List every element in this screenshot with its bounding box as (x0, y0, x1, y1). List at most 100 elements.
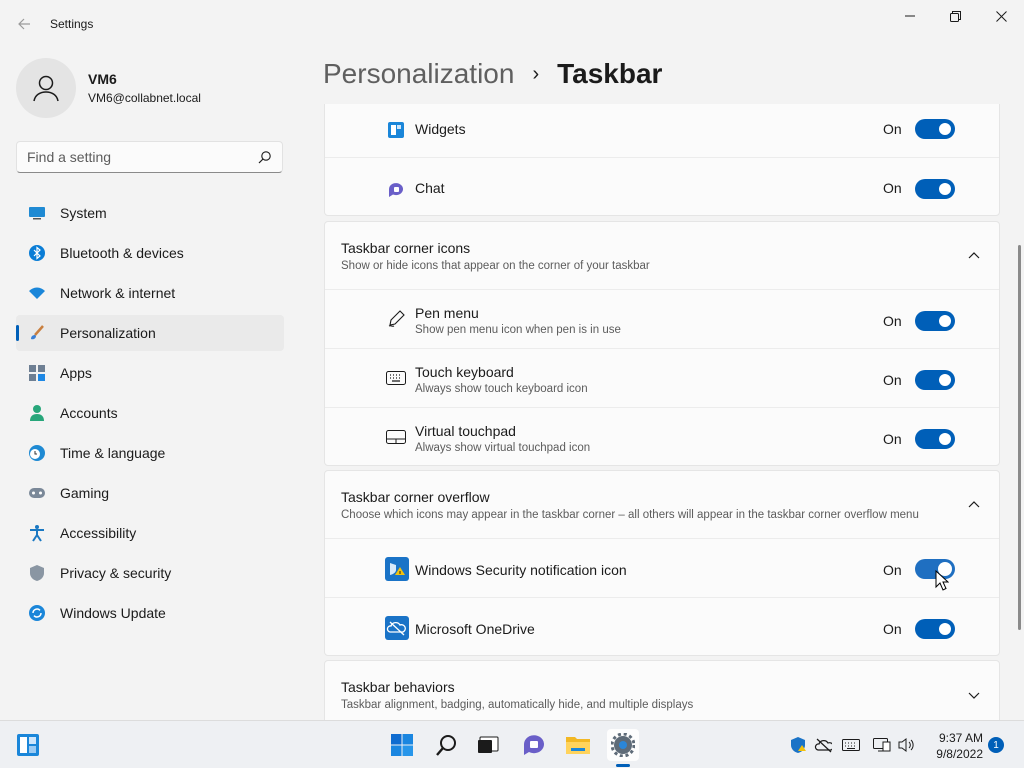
setting-row-onedrive[interactable]: Microsoft OneDrive On (325, 597, 999, 656)
setting-row-pen-menu[interactable]: Pen menu Show pen menu icon when pen is … (325, 289, 999, 348)
notification-badge[interactable]: 1 (988, 737, 1004, 753)
accounts-icon (28, 404, 46, 422)
task-view-button[interactable] (472, 729, 504, 761)
search-box[interactable] (16, 141, 283, 173)
chat-toggle[interactable] (915, 179, 955, 199)
chevron-up-icon[interactable] (966, 247, 982, 263)
taskbar-items-card: Widgets On Chat On (324, 104, 1000, 216)
start-button[interactable] (386, 729, 418, 761)
back-button[interactable] (10, 10, 38, 38)
gamepad-icon (28, 484, 46, 502)
back-arrow-icon (18, 18, 30, 30)
widgets-taskbar-button[interactable] (12, 729, 44, 761)
widgets-toggle[interactable] (915, 119, 955, 139)
corner-overflow-header[interactable]: Taskbar corner overflow Choose which ico… (325, 471, 999, 537)
setting-row-widgets[interactable]: Widgets On (325, 104, 999, 154)
search-taskbar-button[interactable] (431, 729, 463, 761)
pen-menu-toggle[interactable] (915, 311, 955, 331)
sidebar-item-label: Windows Update (60, 605, 166, 621)
virtual-touchpad-toggle[interactable] (915, 429, 955, 449)
close-icon (995, 10, 1007, 22)
sidebar-item-personalization[interactable]: Personalization (16, 315, 284, 351)
keyboard-tray-icon[interactable] (842, 736, 860, 754)
widgets-icon (17, 734, 39, 756)
minimize-button[interactable] (887, 0, 933, 32)
setting-title: Microsoft OneDrive (415, 621, 535, 637)
setting-row-chat[interactable]: Chat On (325, 157, 999, 216)
sidebar-item-bluetooth[interactable]: Bluetooth & devices (16, 235, 284, 271)
toggle-state-label: On (883, 431, 902, 447)
section-subtitle: Choose which icons may appear in the tas… (341, 509, 919, 521)
corner-icons-header[interactable]: Taskbar corner icons Show or hide icons … (325, 222, 999, 288)
network-icon[interactable] (873, 736, 891, 754)
apps-icon (28, 364, 46, 382)
title-bar: Settings (0, 0, 1024, 48)
chat-icon (385, 179, 407, 201)
setting-row-virtual-touchpad[interactable]: Virtual touchpad Always show virtual tou… (325, 407, 999, 466)
chat-taskbar-button[interactable] (518, 729, 550, 761)
profile-name: VM6 (88, 71, 117, 87)
sidebar-item-network[interactable]: Network & internet (16, 275, 284, 311)
shield-icon (28, 564, 46, 582)
scrollbar[interactable] (1018, 245, 1021, 630)
sidebar-item-gaming[interactable]: Gaming (16, 475, 284, 511)
sidebar-item-label: Bluetooth & devices (60, 245, 184, 261)
settings-taskbar-button[interactable] (607, 729, 639, 761)
sidebar-item-windows-update[interactable]: Windows Update (16, 595, 284, 631)
breadcrumb-parent[interactable]: Personalization (323, 58, 514, 90)
chevron-up-icon[interactable] (966, 496, 982, 512)
profile-email: VM6@collabnet.local (88, 91, 201, 105)
security-tray-icon[interactable] (790, 736, 808, 754)
corner-icons-card: Taskbar corner icons Show or hide icons … (324, 221, 1000, 466)
sidebar-item-apps[interactable]: Apps (16, 355, 284, 391)
sidebar-item-time-language[interactable]: Time & language (16, 435, 284, 471)
breadcrumb: Personalization › Taskbar (323, 58, 662, 90)
setting-title: Pen menu (415, 305, 479, 321)
minimize-icon (905, 15, 915, 17)
setting-row-windows-security[interactable]: Windows Security notification icon On (325, 538, 999, 597)
app-title: Settings (50, 17, 94, 31)
setting-title: Virtual touchpad (415, 423, 516, 439)
touchpad-icon (385, 426, 407, 448)
start-icon (391, 734, 413, 756)
clock-date[interactable]: 9/8/2022 (928, 747, 983, 761)
clock-time[interactable]: 9:37 AM (928, 731, 983, 745)
sidebar-item-label: Personalization (60, 325, 156, 341)
touch-keyboard-toggle[interactable] (915, 370, 955, 390)
search-input[interactable] (27, 149, 247, 165)
active-app-indicator (616, 764, 630, 767)
sidebar-item-privacy[interactable]: Privacy & security (16, 555, 284, 591)
system-icon (28, 204, 46, 222)
toggle-state-label: On (883, 180, 902, 196)
sidebar-item-label: Accessibility (60, 525, 137, 541)
toggle-knob (939, 123, 951, 135)
file-explorer-button[interactable] (562, 729, 594, 761)
volume-icon[interactable] (898, 736, 916, 754)
setting-subtitle: Always show touch keyboard icon (415, 383, 588, 395)
sidebar-item-system[interactable]: System (16, 195, 284, 231)
keyboard-icon (385, 367, 407, 389)
user-profile[interactable]: VM6 VM6@collabnet.local (16, 58, 201, 118)
chevron-down-icon[interactable] (966, 687, 982, 703)
setting-row-touch-keyboard[interactable]: Touch keyboard Always show touch keyboar… (325, 348, 999, 407)
taskbar-behaviors-card[interactable]: Taskbar behaviors Taskbar alignment, bad… (324, 660, 1000, 720)
onedrive-toggle[interactable] (915, 619, 955, 639)
sidebar-item-label: Apps (60, 365, 92, 381)
restore-button[interactable] (932, 0, 978, 32)
bluetooth-icon (28, 244, 46, 262)
toggle-knob (939, 374, 951, 386)
page-title: Taskbar (557, 58, 663, 89)
search-icon (436, 735, 456, 756)
clock-globe-icon (28, 444, 46, 462)
accessibility-icon (28, 524, 46, 542)
setting-title: Chat (415, 180, 445, 196)
sidebar-item-accounts[interactable]: Accounts (16, 395, 284, 431)
setting-title: Windows Security notification icon (415, 562, 627, 578)
settings-icon (611, 733, 635, 757)
onedrive-tray-icon[interactable] (814, 736, 832, 754)
toggle-knob (939, 183, 951, 195)
chat-icon (524, 735, 544, 755)
sidebar-item-accessibility[interactable]: Accessibility (16, 515, 284, 551)
close-button[interactable] (978, 0, 1024, 32)
section-title: Taskbar corner overflow (341, 489, 490, 505)
